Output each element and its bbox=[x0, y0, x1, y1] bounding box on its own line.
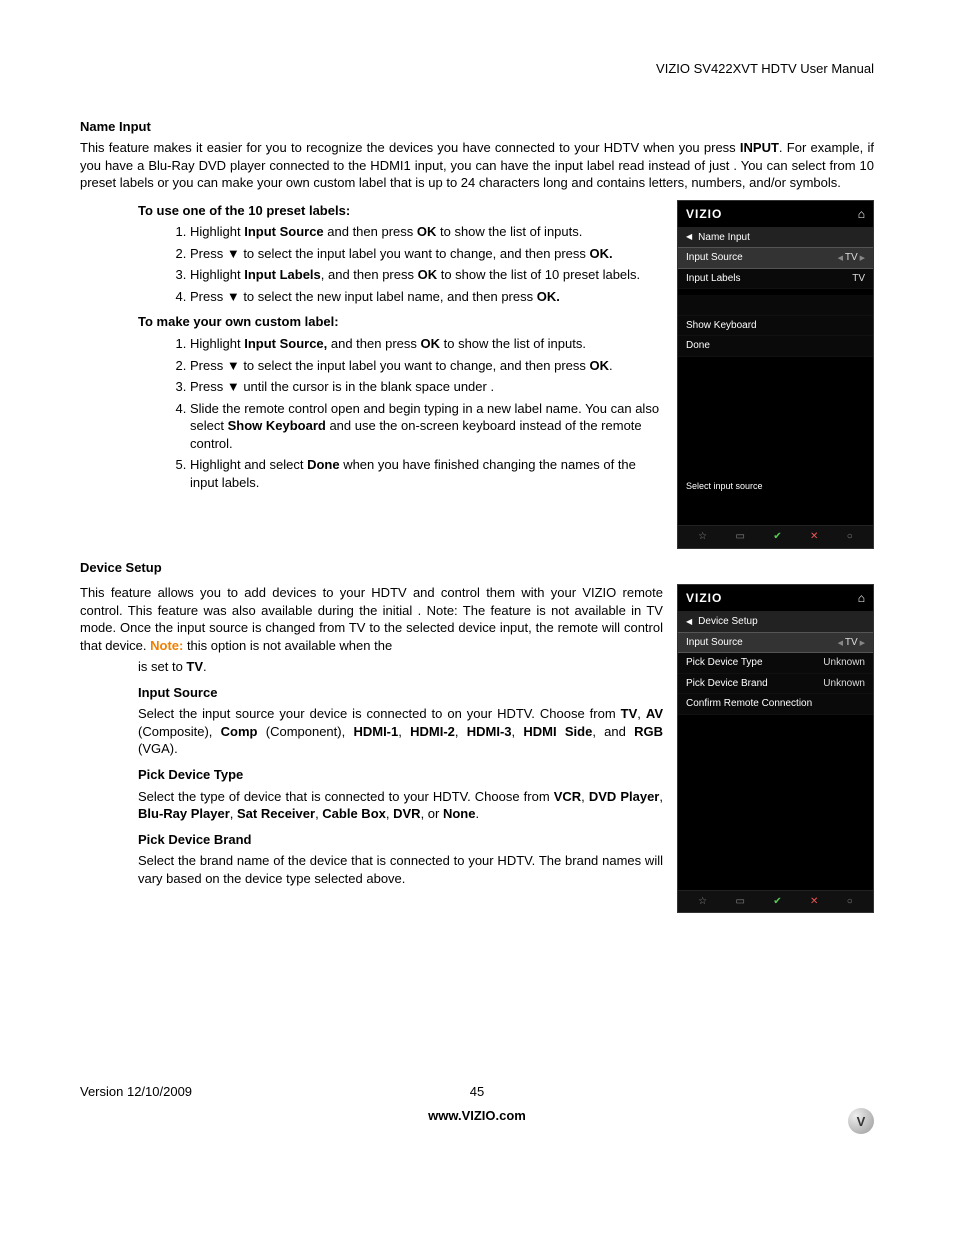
star-icon: ☆ bbox=[698, 895, 707, 909]
home-icon: ⌂ bbox=[858, 590, 865, 606]
osd-row-show-keyboard: Show Keyboard bbox=[678, 316, 873, 337]
star-icon: ☆ bbox=[698, 530, 707, 544]
close-icon: ✕ bbox=[810, 895, 818, 909]
sub-para-input-source: Select the input source your device is c… bbox=[138, 705, 663, 758]
osd-screenshot-device-setup: VIZIO ⌂ ◀ Device Setup Input Source ◀ TV… bbox=[677, 584, 874, 913]
custom-steps-list: Highlight Input Source, and then press O… bbox=[80, 335, 663, 491]
osd-hint-text: Select input source bbox=[678, 477, 873, 495]
vizio-logo-text: VIZIO bbox=[686, 590, 722, 606]
list-item: Highlight Input Labels, and then press O… bbox=[190, 266, 663, 284]
section1-intro: This feature makes it easier for you to … bbox=[80, 139, 874, 192]
osd-screenshot-name-input: VIZIO ⌂ ◀ Name Input Input Source ◀ TV ▶… bbox=[677, 200, 874, 549]
osd2-row-input-source: Input Source ◀ TV ▶ bbox=[678, 632, 873, 654]
preset-labels-heading: To use one of the 10 preset labels: bbox=[138, 202, 663, 220]
vizio-logo-text: VIZIO bbox=[686, 206, 722, 222]
home-icon: ⌂ bbox=[858, 206, 865, 222]
custom-label-heading: To make your own custom label: bbox=[138, 313, 663, 331]
osd-row-blank bbox=[678, 295, 873, 316]
section-heading-name-input: Name Input bbox=[80, 118, 874, 136]
sub-para-pick-device-type: Select the type of device that is connec… bbox=[138, 788, 663, 823]
osd-row-done: Done bbox=[678, 336, 873, 357]
sub-heading-pick-device-brand: Pick Device Brand bbox=[138, 831, 663, 849]
sub-heading-pick-device-type: Pick Device Type bbox=[138, 766, 663, 784]
list-item: Press ▼ to select the new input label na… bbox=[190, 288, 663, 306]
preset-steps-list: Highlight Input Source and then press OK… bbox=[80, 223, 663, 305]
circle-icon: ○ bbox=[847, 530, 853, 544]
circle-icon: ○ bbox=[847, 895, 853, 909]
osd-row-input-labels: Input Labels TV bbox=[678, 269, 873, 290]
sub-para-pick-device-brand: Select the brand name of the device that… bbox=[138, 852, 663, 887]
check-icon: ✔ bbox=[773, 895, 781, 909]
footer-page-number: 45 bbox=[80, 1083, 874, 1101]
sub-heading-input-source: Input Source bbox=[138, 684, 663, 702]
vizio-logo-icon: V bbox=[848, 1108, 874, 1134]
section-heading-device-setup: Device Setup bbox=[80, 559, 874, 577]
back-arrow-icon: ◀ bbox=[686, 232, 692, 243]
osd-row-input-source: Input Source ◀ TV ▶ bbox=[678, 247, 873, 269]
osd2-row-pick-type: Pick Device Type Unknown bbox=[678, 653, 873, 674]
page-footer: Version 12/10/2009 45 www.VIZIO.com V bbox=[80, 1083, 874, 1124]
osd2-row-pick-brand: Pick Device Brand Unknown bbox=[678, 674, 873, 695]
list-item: Highlight Input Source and then press OK… bbox=[190, 223, 663, 241]
osd-title: Device Setup bbox=[698, 615, 757, 629]
check-icon: ✔ bbox=[773, 530, 781, 544]
osd2-row-confirm: Confirm Remote Connection bbox=[678, 694, 873, 715]
list-item: Slide the remote control open and begin … bbox=[190, 400, 663, 453]
osd-bottom-bar: ☆ ▭ ✔ ✕ ○ bbox=[678, 890, 873, 913]
osd-bottom-bar: ☆ ▭ ✔ ✕ ○ bbox=[678, 525, 873, 548]
header-doc-title: VIZIO SV422XVT HDTV User Manual bbox=[80, 60, 874, 78]
list-item: Highlight and select Done when you have … bbox=[190, 456, 663, 491]
list-item: Press ▼ until the cursor is in the blank… bbox=[190, 378, 663, 396]
back-arrow-icon: ◀ bbox=[686, 617, 692, 628]
list-item: Highlight Input Source, and then press O… bbox=[190, 335, 663, 353]
osd-title: Name Input bbox=[698, 231, 750, 245]
close-icon: ✕ bbox=[810, 530, 818, 544]
device-setup-para: This feature allows you to add devices t… bbox=[80, 584, 663, 654]
menu-icon: ▭ bbox=[735, 895, 744, 909]
list-item: Press ▼ to select the input label you wa… bbox=[190, 245, 663, 263]
footer-url: www.VIZIO.com bbox=[80, 1107, 874, 1125]
menu-icon: ▭ bbox=[735, 530, 744, 544]
list-item: Press ▼ to select the input label you wa… bbox=[190, 357, 663, 375]
